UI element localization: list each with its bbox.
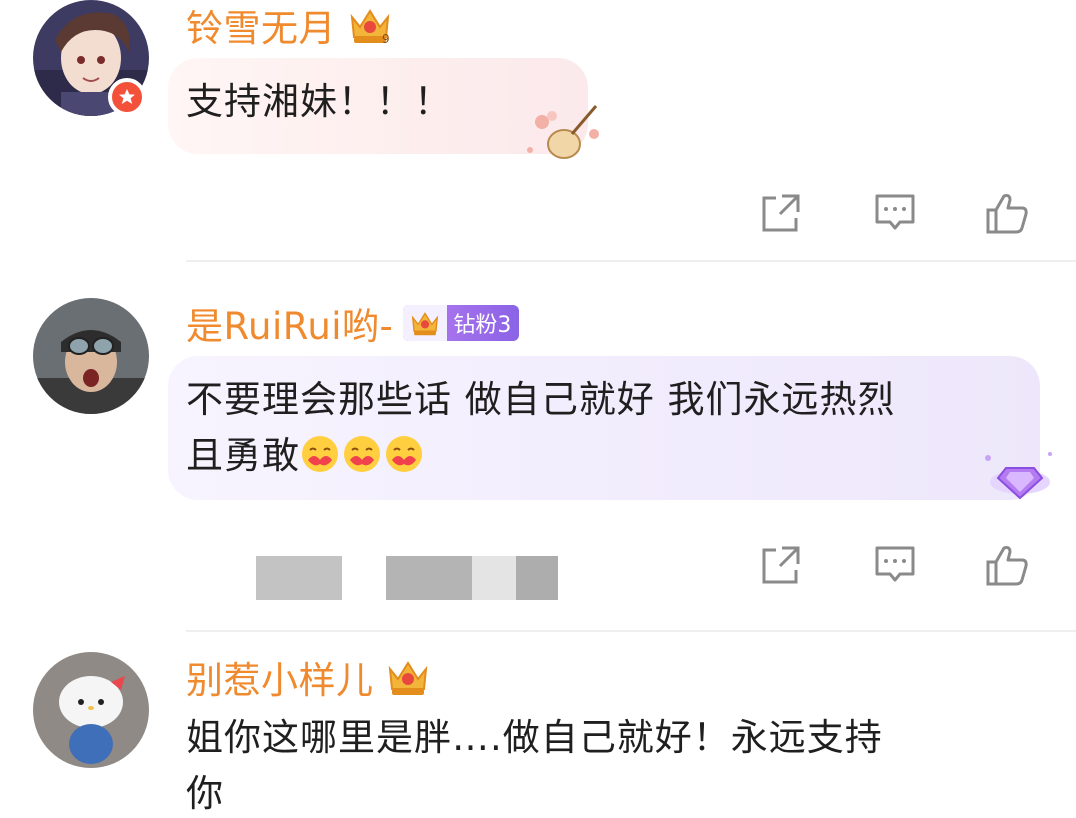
comment-icon[interactable]: [872, 190, 918, 236]
comment-list: 铃雪无月 9 支持湘妹！！！ 是RuiRui哟- 钻粉3 不要理会那些话 做自己…: [0, 0, 1076, 818]
crown-level: 9: [382, 32, 390, 46]
username[interactable]: 别惹小样儿: [186, 650, 374, 704]
username[interactable]: 是RuiRui哟-: [186, 296, 393, 350]
comment-icon[interactable]: [872, 542, 918, 588]
verified-badge-icon: [108, 78, 146, 116]
crown-icon: 9: [346, 3, 394, 47]
avatar[interactable]: [33, 298, 149, 414]
comment-text-body: 不要理会那些话 做自己就好 我们永远热烈 且勇敢: [186, 378, 896, 477]
action-bar: [0, 542, 1076, 592]
comment-item: 别惹小样儿 姐你这哪里是胖….做自己就好！永远支持 你: [0, 632, 1076, 818]
hug-emoji-icon: [342, 434, 384, 477]
crown-icon: [412, 312, 439, 336]
share-icon[interactable]: [758, 542, 804, 588]
comment-text: 支持湘妹！！！: [186, 80, 452, 123]
comment-item: 是RuiRui哟- 钻粉3 不要理会那些话 做自己就好 我们永远热烈 且勇敢: [0, 262, 1076, 632]
username-row: 是RuiRui哟- 钻粉3: [186, 296, 520, 350]
comment-text: 不要理会那些话 做自己就好 我们永远热烈 且勇敢: [186, 372, 896, 484]
username[interactable]: 铃雪无月: [186, 0, 336, 52]
fan-badge-label: 钻粉3: [453, 313, 512, 338]
pipa-decoration-icon: [520, 96, 610, 166]
username-row: 铃雪无月 9: [186, 0, 394, 50]
hug-emoji-icon: [384, 434, 426, 477]
avatar[interactable]: [33, 652, 149, 768]
comment-item: 铃雪无月 9 支持湘妹！！！: [0, 0, 1076, 262]
crown-icon: [384, 655, 432, 699]
hug-emoji-icon: [300, 434, 342, 477]
thumbs-up-icon[interactable]: [984, 190, 1030, 236]
share-icon[interactable]: [758, 190, 804, 236]
username-row: 别惹小样儿: [186, 652, 432, 702]
action-bar: [0, 190, 1076, 240]
thumbs-up-icon[interactable]: [984, 542, 1030, 588]
diamond-decoration-icon: [978, 446, 1058, 506]
comment-text: 姐你这哪里是胖….做自己就好！永远支持 你: [186, 716, 883, 815]
fan-level-badge: 钻粉3: [403, 305, 520, 341]
